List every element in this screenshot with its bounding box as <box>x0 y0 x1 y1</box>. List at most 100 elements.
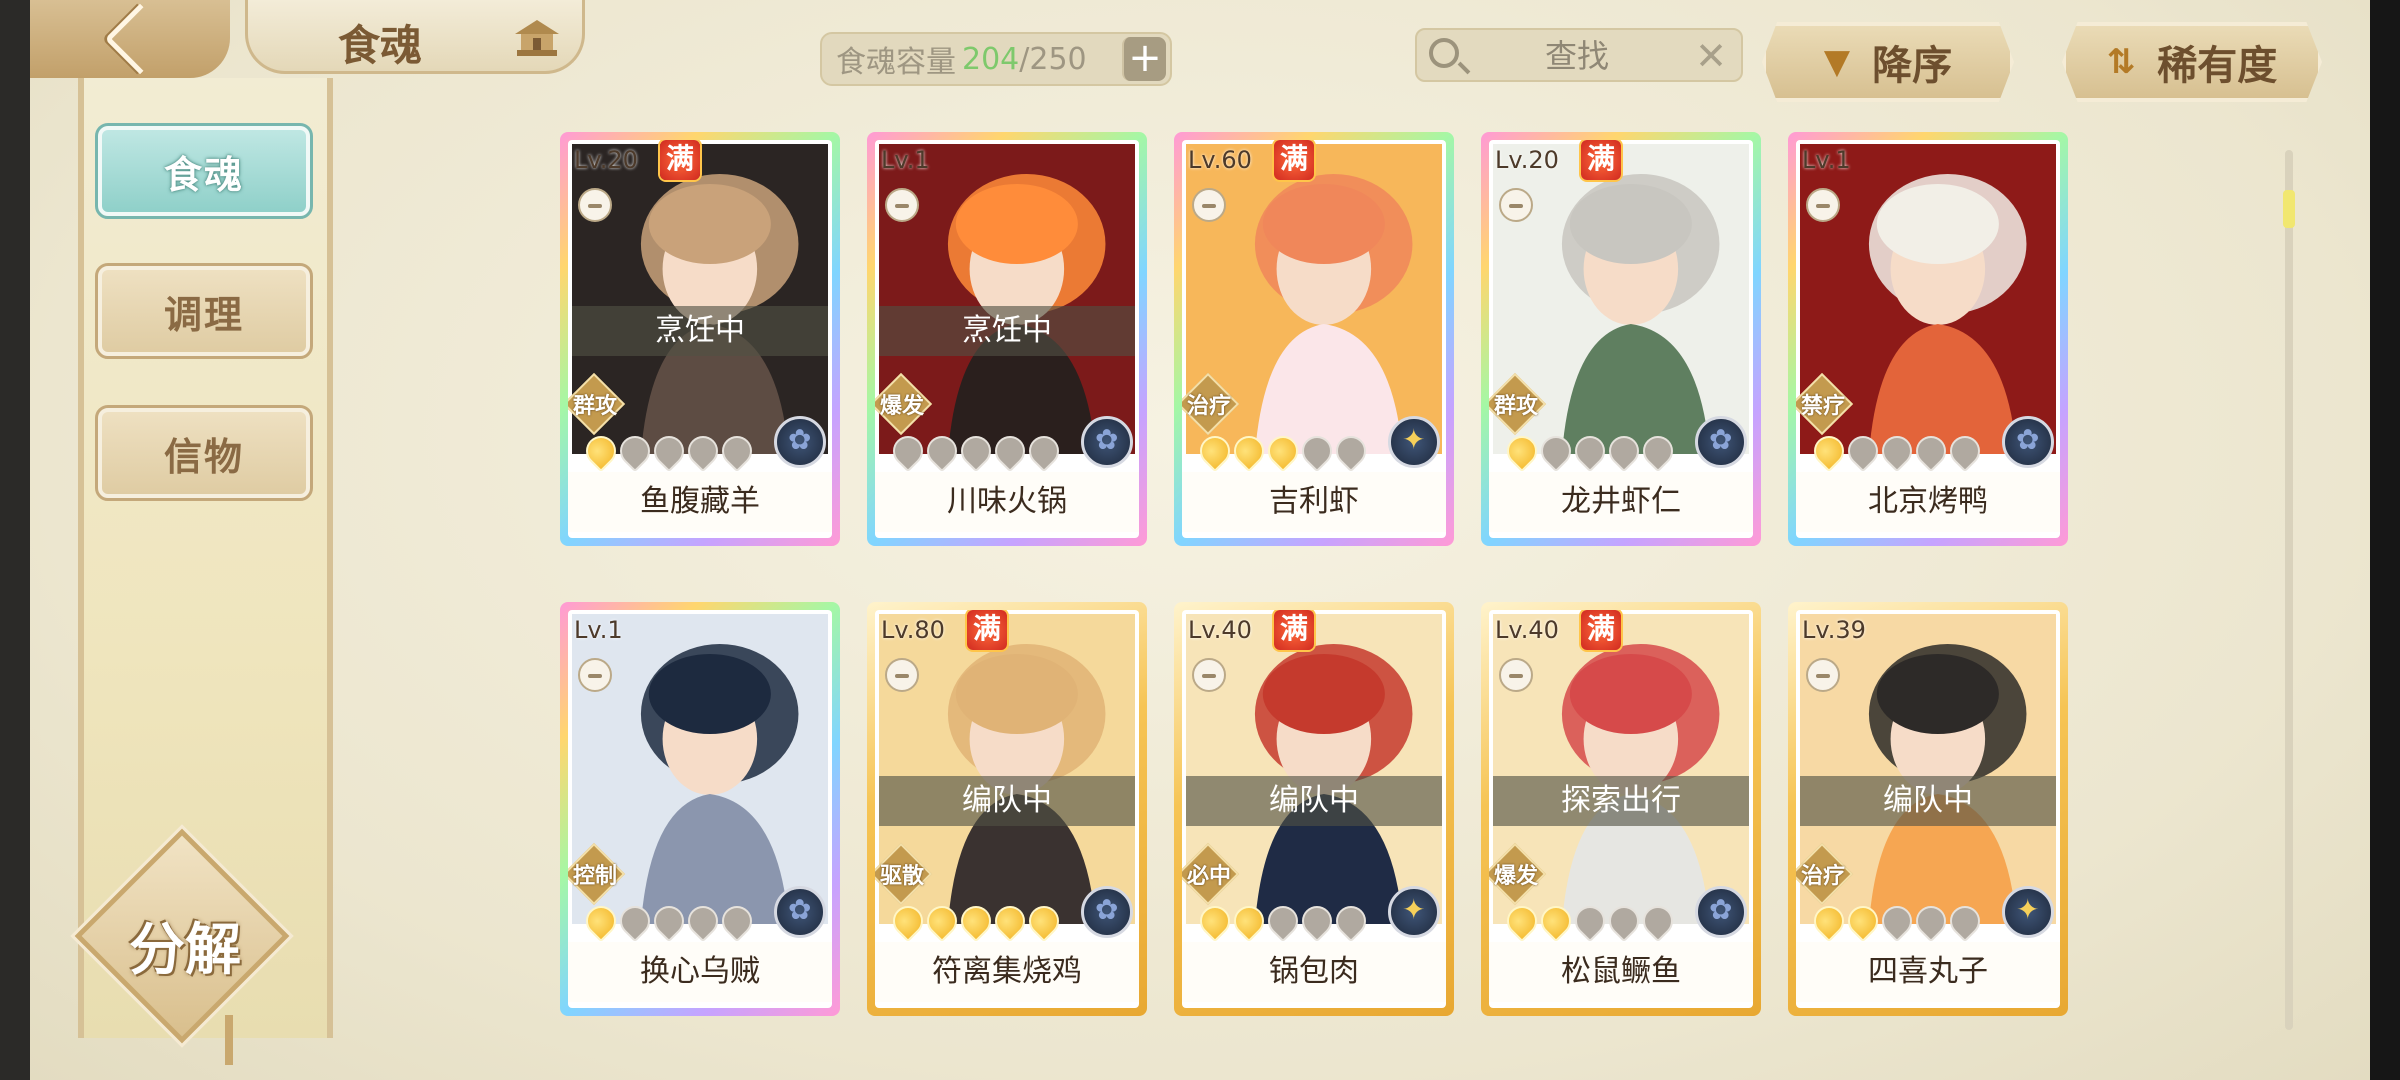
role-label: 治疗 <box>1800 864 1845 889</box>
food-soul-card[interactable]: Lv.1 禁疗北京烤鸭 <box>1788 132 2068 546</box>
sort-key-button[interactable]: ⇅ 稀有度 <box>2062 22 2322 102</box>
back-button[interactable] <box>30 0 230 78</box>
food-soul-card[interactable]: Lv.80 满编队中驱散符离集烧鸡 <box>867 602 1147 1016</box>
star-icon <box>647 899 691 943</box>
role-label: 治疗 <box>1186 394 1231 419</box>
card-name: 换心乌贼 <box>568 942 832 1002</box>
sidebar-item-food-souls[interactable]: 食魂 <box>95 123 313 219</box>
sidebar-item-conditioning[interactable]: 调理 <box>95 263 313 359</box>
page-title: 食魂 <box>338 21 423 70</box>
star-icon <box>1022 429 1066 473</box>
level-label: Lv.39 <box>1802 616 1866 644</box>
card-inner: Lv.20 满烹饪中群攻鱼腹藏羊 <box>568 140 832 538</box>
lock-icon[interactable] <box>1806 658 1840 692</box>
level-label: Lv.1 <box>574 616 623 644</box>
element-icon <box>1388 886 1440 938</box>
food-soul-card[interactable]: Lv.20 满烹饪中群攻鱼腹藏羊 <box>560 132 840 546</box>
star-rating <box>1807 899 1987 943</box>
role-tag: 必中 <box>1182 842 1240 906</box>
lock-icon[interactable] <box>1192 658 1226 692</box>
sort-order-button[interactable]: ▼ 降序 <box>1762 22 2014 102</box>
level-label: Lv.60 <box>1188 146 1252 174</box>
star-icon <box>988 899 1032 943</box>
level-label: Lv.1 <box>1802 146 1851 174</box>
level-label: Lv.20 <box>1495 146 1559 174</box>
food-soul-card[interactable]: Lv.40 满探索出行爆发松鼠鳜鱼 <box>1481 602 1761 1016</box>
role-tag: 禁疗 <box>1796 372 1854 436</box>
level-label: Lv.40 <box>1495 616 1559 644</box>
level-label: Lv.1 <box>881 146 930 174</box>
star-icon <box>954 429 998 473</box>
lock-icon[interactable] <box>1192 188 1226 222</box>
star-icon <box>920 429 964 473</box>
card-inner: Lv.40 满编队中必中锅包肉 <box>1182 610 1446 1008</box>
element-icon <box>774 886 826 938</box>
star-icon <box>579 429 623 473</box>
expand-capacity-button[interactable]: + <box>1122 37 1166 81</box>
star-icon <box>1329 429 1373 473</box>
decompose-label: 分解 <box>129 917 241 983</box>
card-name: 北京烤鸭 <box>1796 472 2060 532</box>
search-icon <box>1429 38 1459 68</box>
star-icon <box>613 429 657 473</box>
sidebar-item-tokens[interactable]: 信物 <box>95 405 313 501</box>
star-icon <box>1636 899 1680 943</box>
star-icon <box>1227 429 1271 473</box>
food-soul-card[interactable]: Lv.40 满编队中必中锅包肉 <box>1174 602 1454 1016</box>
sort-key-label: 稀有度 <box>2157 43 2278 89</box>
role-tag: 群攻 <box>1489 372 1547 436</box>
lock-icon[interactable] <box>578 188 612 222</box>
lock-icon[interactable] <box>1499 658 1533 692</box>
star-icon <box>1568 899 1612 943</box>
food-soul-card[interactable]: Lv.1 控制换心乌贼 <box>560 602 840 1016</box>
clear-search-icon[interactable]: ✕ <box>1695 34 1727 78</box>
role-tag: 爆发 <box>1489 842 1547 906</box>
lock-icon[interactable] <box>578 658 612 692</box>
search-box: ✕ <box>1415 28 1743 82</box>
star-icon <box>1807 899 1851 943</box>
star-icon <box>1636 429 1680 473</box>
star-icon <box>1193 899 1237 943</box>
food-soul-card[interactable]: Lv.20 满群攻龙井虾仁 <box>1481 132 1761 546</box>
page-header: 食魂 <box>245 0 585 74</box>
food-soul-card[interactable]: Lv.39 编队中治疗四喜丸子 <box>1788 602 2068 1016</box>
sort-order-label: 降序 <box>1872 43 1953 89</box>
search-input[interactable] <box>1477 34 1677 78</box>
food-soul-card[interactable]: Lv.60 满治疗吉利虾 <box>1174 132 1454 546</box>
star-rating <box>1500 429 1680 473</box>
card-name: 符离集烧鸡 <box>875 942 1139 1002</box>
star-icon <box>579 899 623 943</box>
capacity-display: 食魂容量 204 /250 + <box>820 32 1172 86</box>
lock-icon[interactable] <box>1806 188 1840 222</box>
lock-icon[interactable] <box>885 188 919 222</box>
role-label: 必中 <box>1186 864 1231 889</box>
status-band: 编队中 <box>1186 776 1442 826</box>
scrollbar-thumb[interactable] <box>2283 190 2295 228</box>
star-icon <box>886 429 930 473</box>
star-icon <box>1875 429 1919 473</box>
role-tag: 群攻 <box>568 372 626 436</box>
element-icon <box>1081 886 1133 938</box>
status-band: 编队中 <box>1800 776 2056 826</box>
lock-icon[interactable] <box>885 658 919 692</box>
role-label: 群攻 <box>1493 394 1538 419</box>
element-icon <box>1695 886 1747 938</box>
star-icon <box>1295 899 1339 943</box>
star-icon <box>1329 899 1373 943</box>
role-label: 驱散 <box>879 864 924 889</box>
screen: 食魂 食魂 调理 信物 分解 食魂容量 204 /250 + ✕ <box>30 0 2370 1080</box>
star-icon <box>613 899 657 943</box>
star-icon <box>681 429 725 473</box>
scrollbar[interactable] <box>2283 150 2295 1030</box>
card-inner: Lv.1 禁疗北京烤鸭 <box>1796 140 2060 538</box>
role-label: 爆发 <box>1493 864 1538 889</box>
home-icon[interactable] <box>512 16 562 60</box>
role-tag: 治疗 <box>1182 372 1240 436</box>
lock-icon[interactable] <box>1499 188 1533 222</box>
max-level-badge: 满 <box>1581 610 1621 650</box>
star-icon <box>1909 429 1953 473</box>
status-band: 烹饪中 <box>572 306 828 356</box>
star-rating <box>1500 899 1680 943</box>
element-icon <box>2002 416 2054 468</box>
food-soul-card[interactable]: Lv.1 烹饪中爆发川味火锅 <box>867 132 1147 546</box>
